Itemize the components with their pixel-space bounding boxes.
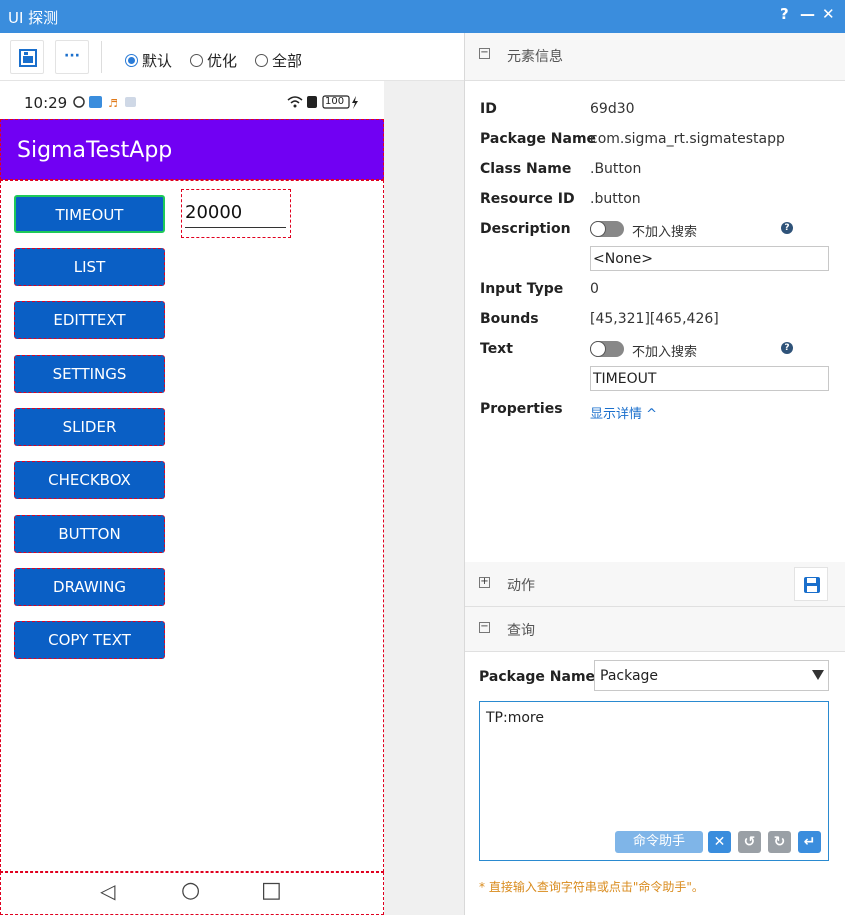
timeout-button[interactable]: TIMEOUT bbox=[14, 195, 165, 233]
status-time: 10:29 bbox=[24, 94, 68, 112]
window-title: UI 探测 bbox=[8, 9, 59, 27]
title-bar: UI 探测 ? — ✕ bbox=[0, 0, 845, 33]
package-select[interactable]: Package bbox=[594, 660, 829, 691]
resource-label: Resource ID bbox=[480, 191, 575, 207]
package-label: Package Name bbox=[480, 131, 597, 147]
radio-default[interactable]: 默认 bbox=[125, 50, 172, 71]
help-button[interactable]: ? bbox=[780, 5, 789, 23]
show-details-link[interactable]: 显示详情 ^ bbox=[590, 403, 657, 422]
collapse-icon[interactable]: − bbox=[479, 48, 490, 59]
undo-button[interactable]: ↺ bbox=[738, 831, 761, 853]
svg-text:♬: ♬ bbox=[108, 97, 118, 110]
section-title: 元素信息 bbox=[507, 49, 563, 65]
text-field[interactable]: TIMEOUT bbox=[590, 366, 829, 391]
text-search-toggle[interactable] bbox=[590, 341, 624, 357]
help-icon[interactable]: ? bbox=[781, 342, 793, 354]
app-bar[interactable]: SigmaTestApp bbox=[0, 119, 384, 180]
actions-header[interactable]: + 动作 bbox=[465, 562, 845, 607]
description-toggle-label: 不加入搜索 bbox=[632, 225, 698, 240]
resource-value: .button bbox=[590, 191, 641, 207]
undo-icon: ↺ bbox=[743, 834, 756, 850]
execute-button[interactable]: ↵ bbox=[798, 831, 821, 853]
notification-icons: ♬ bbox=[73, 96, 136, 110]
redo-button[interactable]: ↻ bbox=[768, 831, 791, 853]
enter-icon: ↵ bbox=[803, 834, 816, 850]
screenshot-button[interactable] bbox=[10, 40, 44, 74]
radio-indicator bbox=[255, 54, 268, 67]
close-button[interactable]: ✕ bbox=[822, 5, 835, 23]
class-value: .Button bbox=[590, 161, 642, 177]
section-title: 动作 bbox=[507, 578, 535, 594]
help-icon[interactable]: ? bbox=[781, 222, 793, 234]
query-package-label: Package Name bbox=[479, 669, 596, 685]
class-label: Class Name bbox=[480, 161, 572, 177]
properties-label: Properties bbox=[480, 401, 563, 417]
slider-button[interactable]: SLIDER bbox=[14, 408, 165, 446]
id-value: 69d30 bbox=[590, 101, 635, 117]
screenshot-icon bbox=[19, 49, 37, 67]
radio-label: 优化 bbox=[207, 52, 238, 70]
inspector-panel: − 元素信息 ID 69d30 Package Name com.sigma_r… bbox=[464, 33, 845, 915]
package-select-value: Package bbox=[600, 668, 659, 684]
collapse-icon[interactable]: − bbox=[479, 622, 490, 633]
save-icon bbox=[804, 577, 820, 593]
list-button[interactable]: LIST bbox=[14, 248, 165, 286]
query-text: TP:more bbox=[486, 710, 544, 726]
element-info-header[interactable]: − 元素信息 bbox=[465, 33, 845, 81]
timeout-value: 20000 bbox=[185, 202, 243, 223]
expand-icon[interactable]: + bbox=[479, 577, 490, 588]
timeout-value-field[interactable]: 20000 bbox=[181, 189, 291, 238]
status-indicators bbox=[287, 95, 358, 109]
status-bar: 10:29 ♬ 100 bbox=[0, 81, 384, 119]
toolbar-divider bbox=[101, 41, 102, 73]
command-assistant-button[interactable]: 命令助手 bbox=[615, 831, 703, 853]
bounds-label: Bounds bbox=[480, 311, 539, 327]
package-value: com.sigma_rt.sigmatestapp bbox=[590, 131, 785, 147]
radio-indicator bbox=[125, 54, 138, 67]
redo-icon: ↻ bbox=[773, 834, 786, 850]
radio-optimized[interactable]: 优化 bbox=[190, 50, 237, 71]
field-underline bbox=[185, 227, 286, 228]
copy-text-button[interactable]: COPY TEXT bbox=[14, 621, 165, 659]
recents-icon[interactable]: □ bbox=[261, 878, 282, 903]
clear-button[interactable]: ✕ bbox=[708, 831, 731, 853]
radio-all[interactable]: 全部 bbox=[255, 50, 302, 71]
nav-bar: ◁ ○ □ bbox=[0, 872, 384, 915]
input-type-value: 0 bbox=[590, 281, 599, 297]
home-icon[interactable]: ○ bbox=[181, 878, 200, 903]
description-label: Description bbox=[480, 221, 571, 237]
bounds-value: [45,321][465,426] bbox=[590, 311, 719, 327]
input-type-label: Input Type bbox=[480, 281, 564, 297]
button-button[interactable]: BUTTON bbox=[14, 515, 165, 553]
toolbar: ··· 默认 优化 全部 bbox=[0, 33, 464, 81]
drawing-button[interactable]: DRAWING bbox=[14, 568, 165, 606]
text-label: Text bbox=[480, 341, 513, 357]
more-button[interactable]: ··· bbox=[55, 40, 89, 74]
back-icon[interactable]: ◁ bbox=[100, 879, 115, 903]
radio-label: 默认 bbox=[142, 52, 173, 70]
query-header[interactable]: − 查询 bbox=[465, 607, 845, 652]
query-hint: * 直接输入查询字符串或点击"命令助手"。 bbox=[479, 880, 704, 894]
section-title: 查询 bbox=[507, 623, 535, 639]
save-button[interactable] bbox=[794, 567, 828, 601]
radio-label: 全部 bbox=[272, 52, 303, 70]
close-icon: ✕ bbox=[713, 834, 726, 850]
id-label: ID bbox=[480, 101, 497, 117]
edittext-button[interactable]: EDITTEXT bbox=[14, 301, 165, 339]
minimize-button[interactable]: — bbox=[800, 5, 815, 23]
chevron-down-icon bbox=[812, 670, 824, 680]
settings-button[interactable]: SETTINGS bbox=[14, 355, 165, 393]
device-screen: 10:29 ♬ 100 SigmaTestApp TIMEOUT LIST ED… bbox=[0, 81, 384, 915]
radio-indicator bbox=[190, 54, 203, 67]
description-search-toggle[interactable] bbox=[590, 221, 624, 237]
battery-level: 100 bbox=[325, 96, 345, 107]
description-field[interactable]: <None> bbox=[590, 246, 829, 271]
app-title: SigmaTestApp bbox=[17, 138, 173, 163]
checkbox-button[interactable]: CHECKBOX bbox=[14, 461, 165, 499]
text-toggle-label: 不加入搜索 bbox=[632, 345, 698, 360]
device-margin bbox=[384, 81, 464, 915]
